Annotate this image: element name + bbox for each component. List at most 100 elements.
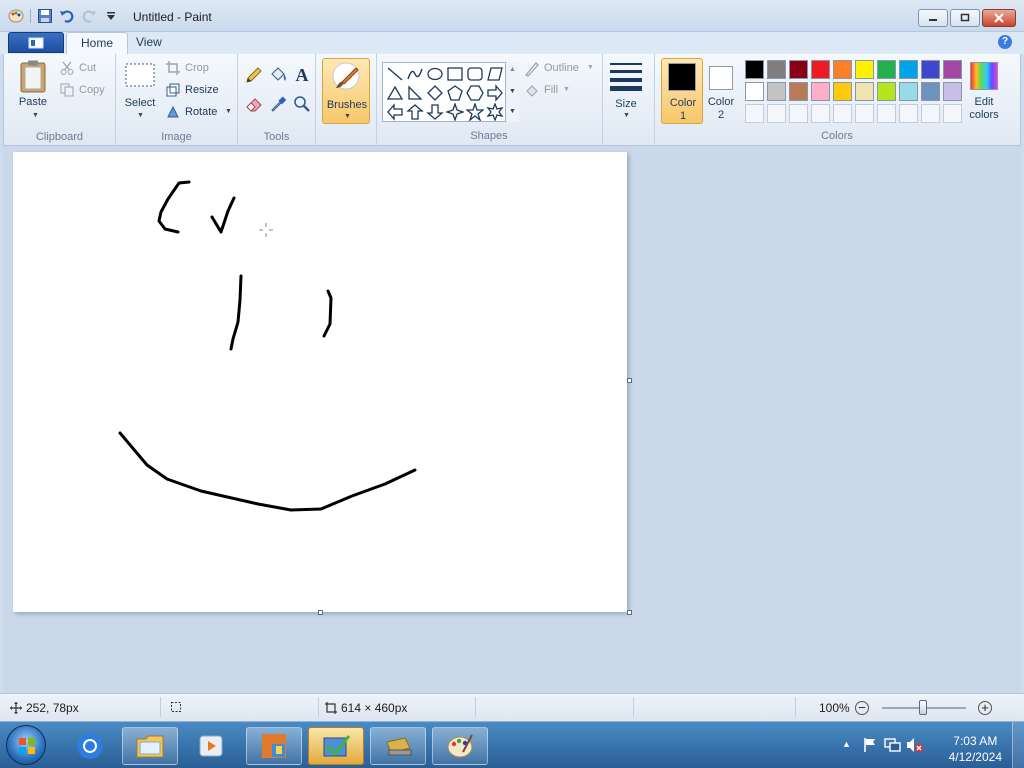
- hexagon-shape-icon[interactable]: [466, 84, 484, 102]
- taskbar-control-panel[interactable]: [246, 727, 302, 765]
- select-button[interactable]: Select ▼: [122, 60, 158, 120]
- color-swatch[interactable]: [877, 60, 896, 79]
- resize-handle-right[interactable]: [627, 378, 632, 383]
- action-center-flag-icon[interactable]: [862, 737, 878, 753]
- pentagon-shape-icon[interactable]: [446, 84, 464, 102]
- line-shape-icon[interactable]: [386, 65, 404, 83]
- minimize-button[interactable]: [918, 9, 948, 27]
- down-arrow-shape-icon[interactable]: [426, 103, 444, 121]
- text-tool[interactable]: A: [292, 65, 312, 85]
- tab-view[interactable]: View: [122, 32, 176, 54]
- copy-button[interactable]: Copy: [60, 82, 110, 100]
- pencil-tool[interactable]: [244, 65, 264, 85]
- drawing-canvas[interactable]: [13, 152, 627, 612]
- brushes-button[interactable]: Brushes ▼: [322, 58, 370, 124]
- custom-color-slot[interactable]: [811, 104, 830, 123]
- volume-muted-icon[interactable]: [906, 737, 924, 753]
- color-swatch[interactable]: [921, 60, 940, 79]
- taskbar-chrome[interactable]: [62, 727, 118, 765]
- taskbar-setup[interactable]: [308, 727, 364, 765]
- diamond-shape-icon[interactable]: [426, 84, 444, 102]
- size-button[interactable]: Size ▼: [606, 58, 646, 124]
- custom-color-slot[interactable]: [877, 104, 896, 123]
- color-picker-tool[interactable]: [268, 94, 288, 114]
- color1-button[interactable]: Color 1: [661, 58, 703, 124]
- tab-home[interactable]: Home: [66, 32, 129, 54]
- color-swatch[interactable]: [789, 82, 808, 101]
- color-swatch[interactable]: [899, 82, 918, 101]
- crop-button[interactable]: Crop: [166, 60, 232, 78]
- custom-color-slot[interactable]: [767, 104, 786, 123]
- four-point-star-shape-icon[interactable]: [446, 103, 464, 121]
- expand-gallery-icon[interactable]: ▼: [509, 108, 516, 115]
- custom-color-slot[interactable]: [943, 104, 962, 123]
- resize-handle-corner[interactable]: [627, 610, 632, 615]
- fill-tool[interactable]: [268, 65, 288, 85]
- six-point-star-shape-icon[interactable]: [486, 103, 504, 121]
- magnifier-tool[interactable]: [292, 94, 312, 114]
- canvas-workspace[interactable]: [3, 146, 1021, 693]
- taskbar-file-explorer[interactable]: [122, 727, 178, 765]
- taskbar-app-drive[interactable]: [370, 727, 426, 765]
- color-swatch[interactable]: [943, 60, 962, 79]
- paint-menu-button[interactable]: [8, 32, 64, 53]
- redo-icon[interactable]: [81, 8, 97, 24]
- triangle-shape-icon[interactable]: [386, 84, 404, 102]
- left-arrow-shape-icon[interactable]: [386, 103, 404, 121]
- custom-color-slot[interactable]: [921, 104, 940, 123]
- color-swatch[interactable]: [767, 60, 786, 79]
- color-swatch[interactable]: [789, 60, 808, 79]
- paste-dropdown-icon[interactable]: ▼: [32, 112, 39, 119]
- show-desktop-button[interactable]: [1012, 722, 1024, 768]
- color-swatch[interactable]: [811, 82, 830, 101]
- zoom-in-button[interactable]: +: [978, 701, 992, 715]
- customize-qat-icon[interactable]: [103, 8, 119, 24]
- shapes-scrollbar[interactable]: ▲ ▼ ▼: [505, 62, 519, 122]
- five-point-star-shape-icon[interactable]: [466, 103, 484, 121]
- color-swatch[interactable]: [899, 60, 918, 79]
- polygon-shape-icon[interactable]: [486, 65, 504, 83]
- zoom-out-button[interactable]: −: [855, 701, 869, 715]
- network-icon[interactable]: [884, 737, 902, 753]
- rectangle-shape-icon[interactable]: [446, 65, 464, 83]
- show-hidden-icons[interactable]: ▲: [842, 739, 851, 749]
- custom-color-slot[interactable]: [855, 104, 874, 123]
- color-swatch[interactable]: [943, 82, 962, 101]
- color-swatch[interactable]: [745, 60, 764, 79]
- color-swatch[interactable]: [921, 82, 940, 101]
- zoom-slider-thumb[interactable]: [919, 700, 927, 715]
- custom-color-slot[interactable]: [833, 104, 852, 123]
- curve-shape-icon[interactable]: [406, 65, 424, 83]
- edit-colors-button[interactable]: Edit colors: [966, 58, 1006, 124]
- fill-button[interactable]: Fill ▼: [524, 82, 580, 100]
- up-arrow-shape-icon[interactable]: [406, 103, 424, 121]
- color-swatch[interactable]: [877, 82, 896, 101]
- taskbar-media-player[interactable]: [183, 727, 239, 765]
- color-swatch[interactable]: [833, 60, 852, 79]
- cut-button[interactable]: Cut: [60, 60, 110, 78]
- right-triangle-shape-icon[interactable]: [406, 84, 424, 102]
- custom-color-slot[interactable]: [899, 104, 918, 123]
- scroll-down-icon[interactable]: ▼: [509, 88, 516, 95]
- rotate-button[interactable]: Rotate ▼: [166, 104, 232, 122]
- taskbar-paint[interactable]: [432, 727, 488, 765]
- outline-button[interactable]: Outline ▼: [524, 60, 596, 78]
- save-icon[interactable]: [37, 8, 53, 24]
- color-swatch[interactable]: [811, 60, 830, 79]
- resize-button[interactable]: Resize: [166, 82, 232, 100]
- help-icon[interactable]: ?: [998, 35, 1012, 49]
- close-button[interactable]: [982, 9, 1016, 27]
- resize-handle-bottom[interactable]: [318, 610, 323, 615]
- color-swatch[interactable]: [745, 82, 764, 101]
- start-button[interactable]: [6, 725, 46, 765]
- color2-button[interactable]: Color 2: [704, 58, 740, 124]
- color-swatch[interactable]: [767, 82, 786, 101]
- rounded-rectangle-shape-icon[interactable]: [466, 65, 484, 83]
- eraser-tool[interactable]: [244, 94, 264, 114]
- paint-app-icon[interactable]: [8, 8, 24, 24]
- color-swatch[interactable]: [855, 82, 874, 101]
- custom-color-slot[interactable]: [789, 104, 808, 123]
- clock[interactable]: 7:03 AM 4/12/2024: [949, 733, 1002, 765]
- right-arrow-shape-icon[interactable]: [486, 84, 504, 102]
- color-swatch[interactable]: [855, 60, 874, 79]
